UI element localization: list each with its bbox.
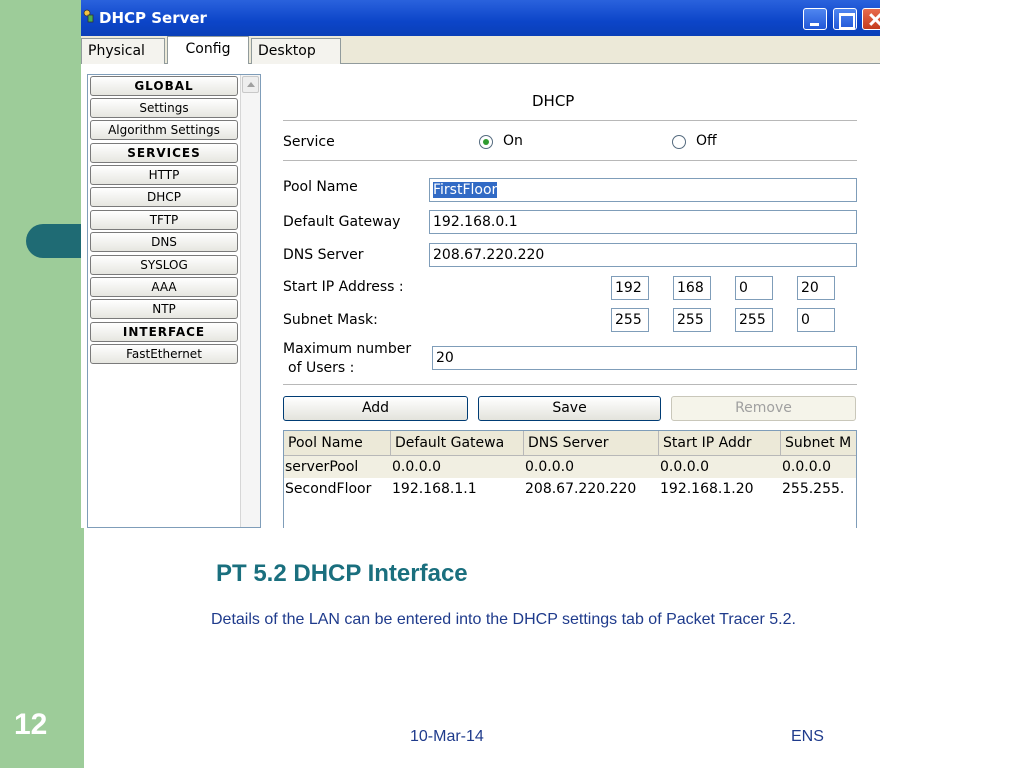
save-button[interactable]: Save xyxy=(478,396,661,421)
subnet-octet-4[interactable]: 0 xyxy=(797,308,835,332)
tab-strip: Physical Desktop Config xyxy=(81,36,880,65)
nav-item-algorithm-settings[interactable]: Algorithm Settings xyxy=(90,120,238,140)
column-header-subnet-mask[interactable]: Subnet M xyxy=(781,431,856,456)
table-row[interactable]: serverPool 0.0.0.0 0.0.0.0 0.0.0.0 0.0.0… xyxy=(284,456,856,478)
nav-item-dhcp[interactable]: DHCP xyxy=(90,187,238,207)
default-gateway-label: Default Gateway xyxy=(283,214,401,230)
start-ip-label: Start IP Address : xyxy=(283,279,404,295)
app-icon xyxy=(83,9,94,23)
tab-config[interactable]: Config xyxy=(167,36,249,65)
service-on-label[interactable]: On xyxy=(503,133,523,149)
footer-date: 10-Mar-14 xyxy=(410,728,484,745)
column-header-default-gateway[interactable]: Default Gatewa xyxy=(391,431,524,456)
slide-title: PT 5.2 DHCP Interface xyxy=(216,560,468,587)
subnet-octet-1[interactable]: 255 xyxy=(611,308,649,332)
max-users-label-line-1: Maximum number xyxy=(283,341,412,357)
divider xyxy=(283,384,857,385)
nav-item-dns[interactable]: DNS xyxy=(90,232,238,252)
maximize-button[interactable] xyxy=(833,8,857,30)
nav-header-services: SERVICES xyxy=(90,143,238,163)
start-ip-octet-4[interactable]: 20 xyxy=(797,276,835,300)
cell-start-ip: 192.168.1.20 xyxy=(660,481,754,497)
service-off-radio[interactable] xyxy=(672,135,686,149)
nav-item-syslog[interactable]: SYSLOG xyxy=(90,255,238,275)
divider xyxy=(283,120,857,121)
nav-scrollbar[interactable] xyxy=(240,75,260,527)
table-row[interactable]: SecondFloor 192.168.1.1 208.67.220.220 1… xyxy=(284,478,856,500)
slide-side-bar xyxy=(0,0,84,768)
service-on-radio[interactable] xyxy=(479,135,493,149)
subnet-mask-label: Subnet Mask: xyxy=(283,312,378,328)
cell-dns-server: 0.0.0.0 xyxy=(525,459,574,475)
max-users-label-line-2: of Users : xyxy=(288,360,355,376)
start-ip-octet-3[interactable]: 0 xyxy=(735,276,773,300)
nav-item-fastethernet[interactable]: FastEthernet xyxy=(90,344,238,364)
start-ip-octet-1[interactable]: 192 xyxy=(611,276,649,300)
title-bar[interactable]: DHCP Server xyxy=(81,0,880,36)
pool-name-value: FirstFloor xyxy=(433,182,498,198)
dhcp-server-window: DHCP Server Physical Desktop Config GLOB… xyxy=(81,0,880,528)
slide-body-text: Details of the LAN can be entered into t… xyxy=(211,611,796,628)
cell-subnet-mask: 255.255. xyxy=(782,481,845,497)
dns-server-label: DNS Server xyxy=(283,247,364,263)
nav-item-tftp[interactable]: TFTP xyxy=(90,210,238,230)
remove-button[interactable]: Remove xyxy=(671,396,856,421)
nav-header-interface: INTERFACE xyxy=(90,322,238,342)
form-title: DHCP xyxy=(532,92,575,110)
cell-default-gateway: 0.0.0.0 xyxy=(392,459,441,475)
window-title: DHCP Server xyxy=(99,9,207,27)
cell-dns-server: 208.67.220.220 xyxy=(525,481,637,497)
service-label: Service xyxy=(283,134,335,150)
max-users-input[interactable]: 20 xyxy=(432,346,857,370)
slide-accent-tab xyxy=(26,224,86,258)
nav-item-aaa[interactable]: AAA xyxy=(90,277,238,297)
pool-name-input[interactable]: FirstFloor xyxy=(429,178,857,202)
footer-org: ENS xyxy=(791,728,824,745)
divider xyxy=(283,160,857,161)
nav-header-global: GLOBAL xyxy=(90,76,238,96)
service-off-label[interactable]: Off xyxy=(696,133,717,149)
column-header-dns-server[interactable]: DNS Server xyxy=(524,431,659,456)
cell-start-ip: 0.0.0.0 xyxy=(660,459,709,475)
minimize-button[interactable] xyxy=(803,8,827,30)
column-header-pool-name[interactable]: Pool Name xyxy=(284,431,391,456)
tab-desktop[interactable]: Desktop xyxy=(251,38,341,64)
pool-name-label: Pool Name xyxy=(283,179,358,195)
cell-pool-name: serverPool xyxy=(285,459,359,475)
cell-pool-name: SecondFloor xyxy=(285,481,372,497)
add-button[interactable]: Add xyxy=(283,396,468,421)
cell-default-gateway: 192.168.1.1 xyxy=(392,481,477,497)
dns-server-input[interactable]: 208.67.220.220 xyxy=(429,243,857,267)
start-ip-octet-2[interactable]: 168 xyxy=(673,276,711,300)
subnet-octet-3[interactable]: 255 xyxy=(735,308,773,332)
nav-item-settings[interactable]: Settings xyxy=(90,98,238,118)
config-nav-list: GLOBAL Settings Algorithm Settings SERVI… xyxy=(87,74,261,528)
subnet-octet-2[interactable]: 255 xyxy=(673,308,711,332)
nav-item-ntp[interactable]: NTP xyxy=(90,299,238,319)
default-gateway-input[interactable]: 192.168.0.1 xyxy=(429,210,857,234)
pool-table: Pool Name Default Gatewa DNS Server Star… xyxy=(283,430,857,528)
column-header-start-ip[interactable]: Start IP Addr xyxy=(659,431,781,456)
nav-item-http[interactable]: HTTP xyxy=(90,165,238,185)
tab-physical[interactable]: Physical xyxy=(81,38,165,64)
cell-subnet-mask: 0.0.0.0 xyxy=(782,459,831,475)
slide-number: 12 xyxy=(14,708,48,741)
close-button[interactable] xyxy=(862,8,880,30)
scroll-up-icon[interactable] xyxy=(242,76,259,93)
config-panel: GLOBAL Settings Algorithm Settings SERVI… xyxy=(81,64,880,528)
